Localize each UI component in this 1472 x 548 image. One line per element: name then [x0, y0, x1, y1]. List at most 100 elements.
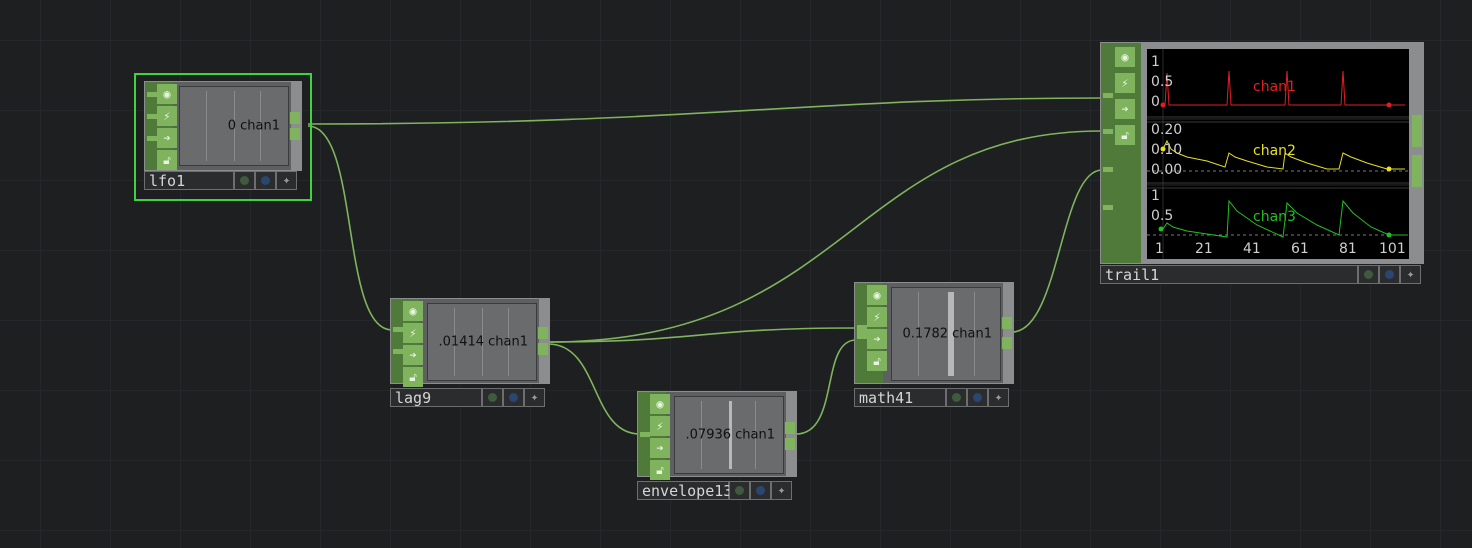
output-bar — [291, 82, 301, 170]
bypass-icon[interactable]: ➔ — [650, 438, 670, 458]
render-flag[interactable] — [750, 481, 771, 500]
pin-icon[interactable]: ✦ — [988, 388, 1009, 407]
lag9-node[interactable]: ◉ ⚡ ➔ 🔓︎ .01414 chan1 lag9 ✦ — [390, 298, 552, 410]
y-tick: 1 — [1151, 188, 1160, 204]
lock-icon[interactable]: 🔓︎ — [1115, 125, 1135, 145]
channel-value: 0 chan1 — [227, 118, 280, 134]
wire-lfo1-trail1 — [307, 97, 1103, 125]
node-name[interactable]: math41 — [854, 388, 946, 407]
y-tick: 1 — [1151, 54, 1160, 70]
node-viewer[interactable]: 0.1782 chan1 — [891, 287, 1001, 381]
input-port[interactable] — [147, 92, 157, 97]
viewer-toggle-icon[interactable]: ◉ — [867, 285, 887, 305]
y-tick: 0.5 — [1151, 208, 1174, 224]
x-tick: 41 — [1243, 241, 1261, 257]
node-name[interactable]: trail1 — [1100, 265, 1358, 284]
render-flag[interactable] — [967, 388, 988, 407]
pin-icon[interactable]: ✦ — [771, 481, 792, 500]
x-tick: 21 — [1195, 241, 1213, 257]
display-flag[interactable] — [234, 171, 255, 190]
input-port[interactable] — [1103, 167, 1113, 172]
channel-name: chan3 — [1253, 209, 1296, 225]
input-port[interactable] — [393, 349, 403, 354]
channel-name: chan1 — [1253, 79, 1296, 95]
input-port[interactable] — [1103, 93, 1113, 98]
x-tick: 81 — [1339, 241, 1357, 257]
output-port[interactable] — [1412, 115, 1422, 147]
pin-icon[interactable]: ✦ — [524, 388, 545, 407]
display-flag[interactable] — [729, 481, 750, 500]
wire-lfo1-lag9 — [307, 125, 393, 331]
y-tick: 0.20 — [1151, 122, 1183, 138]
wire-lag9-trail1 — [547, 130, 1103, 343]
input-port[interactable] — [1103, 129, 1113, 134]
y-tick: 0.10 — [1151, 142, 1183, 158]
lfo1-node[interactable]: ◉ ⚡ ➔ 🔓︎ 0 chan1 lfo1 ✦ — [134, 73, 312, 201]
input-port[interactable] — [147, 114, 157, 119]
wire-envelope13-math41 — [795, 339, 857, 435]
node-viewer[interactable]: .07936 chan1 — [674, 396, 784, 474]
pin-icon[interactable]: ✦ — [276, 171, 297, 190]
output-bar — [539, 299, 549, 383]
node-viewer[interactable]: .01414 chan1 — [427, 303, 537, 381]
output-port[interactable] — [538, 343, 548, 355]
cook-icon[interactable]: ⚡ — [403, 323, 423, 343]
output-port[interactable] — [290, 112, 300, 124]
pin-icon[interactable]: ✦ — [1400, 265, 1421, 284]
y-tick: 0.00 — [1151, 162, 1183, 178]
y-tick: 0.5 — [1151, 74, 1174, 90]
lock-icon[interactable]: 🔓︎ — [867, 351, 887, 371]
node-name[interactable]: lfo1 — [144, 171, 234, 190]
render-flag[interactable] — [1379, 265, 1400, 284]
x-tick: 1 — [1155, 241, 1164, 257]
output-port[interactable] — [290, 128, 300, 140]
viewer-toggle-icon[interactable]: ◉ — [1115, 47, 1135, 67]
lock-icon[interactable]: 🔓︎ — [403, 367, 423, 387]
input-port[interactable] — [640, 432, 650, 437]
display-flag[interactable] — [946, 388, 967, 407]
input-port[interactable] — [857, 325, 867, 339]
output-port[interactable] — [785, 422, 795, 434]
wire-lag9-envelope13 — [547, 343, 641, 435]
cook-icon[interactable]: ⚡ — [650, 416, 670, 436]
trail1-node[interactable]: ◉ ⚡ ➔ 🔓︎ 1 0.5 0 0.20 0.10 0.00 1 0.5 ch… — [1100, 42, 1426, 287]
node-name[interactable]: lag9 — [390, 388, 482, 407]
channel-name: chan2 — [1253, 143, 1296, 159]
viewer-toggle-icon[interactable]: ◉ — [650, 394, 670, 414]
cook-icon[interactable]: ⚡ — [1115, 73, 1135, 93]
math41-node[interactable]: ◉ ⚡ ➔ 🔓︎ 0.1782 chan1 math41 ✦ — [854, 282, 1016, 410]
bypass-icon[interactable]: ➔ — [867, 329, 887, 349]
bypass-icon[interactable]: ➔ — [403, 345, 423, 365]
viewer-toggle-icon[interactable]: ◉ — [403, 301, 423, 321]
x-tick: 101 — [1379, 241, 1406, 257]
wire-math41-trail1 — [1011, 169, 1103, 333]
y-tick: 0 — [1151, 94, 1160, 110]
output-port[interactable] — [1412, 155, 1422, 187]
viewer-toggle-icon[interactable]: ◉ — [157, 84, 177, 104]
trail-viewer[interactable]: 1 0.5 0 0.20 0.10 0.00 1 0.5 chan1 chan2… — [1147, 49, 1409, 259]
cook-icon[interactable]: ⚡ — [867, 307, 887, 327]
input-port[interactable] — [1103, 205, 1113, 210]
channel-value: 0.1782 chan1 — [902, 326, 992, 342]
lock-icon[interactable]: 🔓︎ — [650, 460, 670, 480]
output-bar — [786, 392, 796, 476]
lock-icon[interactable]: 🔓︎ — [157, 150, 177, 170]
render-flag[interactable] — [255, 171, 276, 190]
input-port[interactable] — [393, 327, 403, 332]
display-flag[interactable] — [482, 388, 503, 407]
node-viewer[interactable]: 0 chan1 — [179, 86, 289, 166]
output-port[interactable] — [538, 327, 548, 339]
bypass-icon[interactable]: ➔ — [157, 128, 177, 148]
output-bar — [1003, 283, 1013, 383]
bypass-icon[interactable]: ➔ — [1115, 99, 1135, 119]
render-flag[interactable] — [503, 388, 524, 407]
channel-value: .07936 chan1 — [685, 427, 775, 443]
display-flag[interactable] — [1358, 265, 1379, 284]
output-port[interactable] — [1002, 317, 1012, 329]
output-port[interactable] — [1002, 337, 1012, 349]
input-port[interactable] — [147, 136, 157, 141]
node-name[interactable]: envelope13 — [637, 481, 732, 500]
envelope13-node[interactable]: ◉ ⚡ ➔ 🔓︎ .07936 chan1 envelope13 ✦ — [637, 391, 799, 503]
output-port[interactable] — [785, 438, 795, 450]
cook-icon[interactable]: ⚡ — [157, 106, 177, 126]
